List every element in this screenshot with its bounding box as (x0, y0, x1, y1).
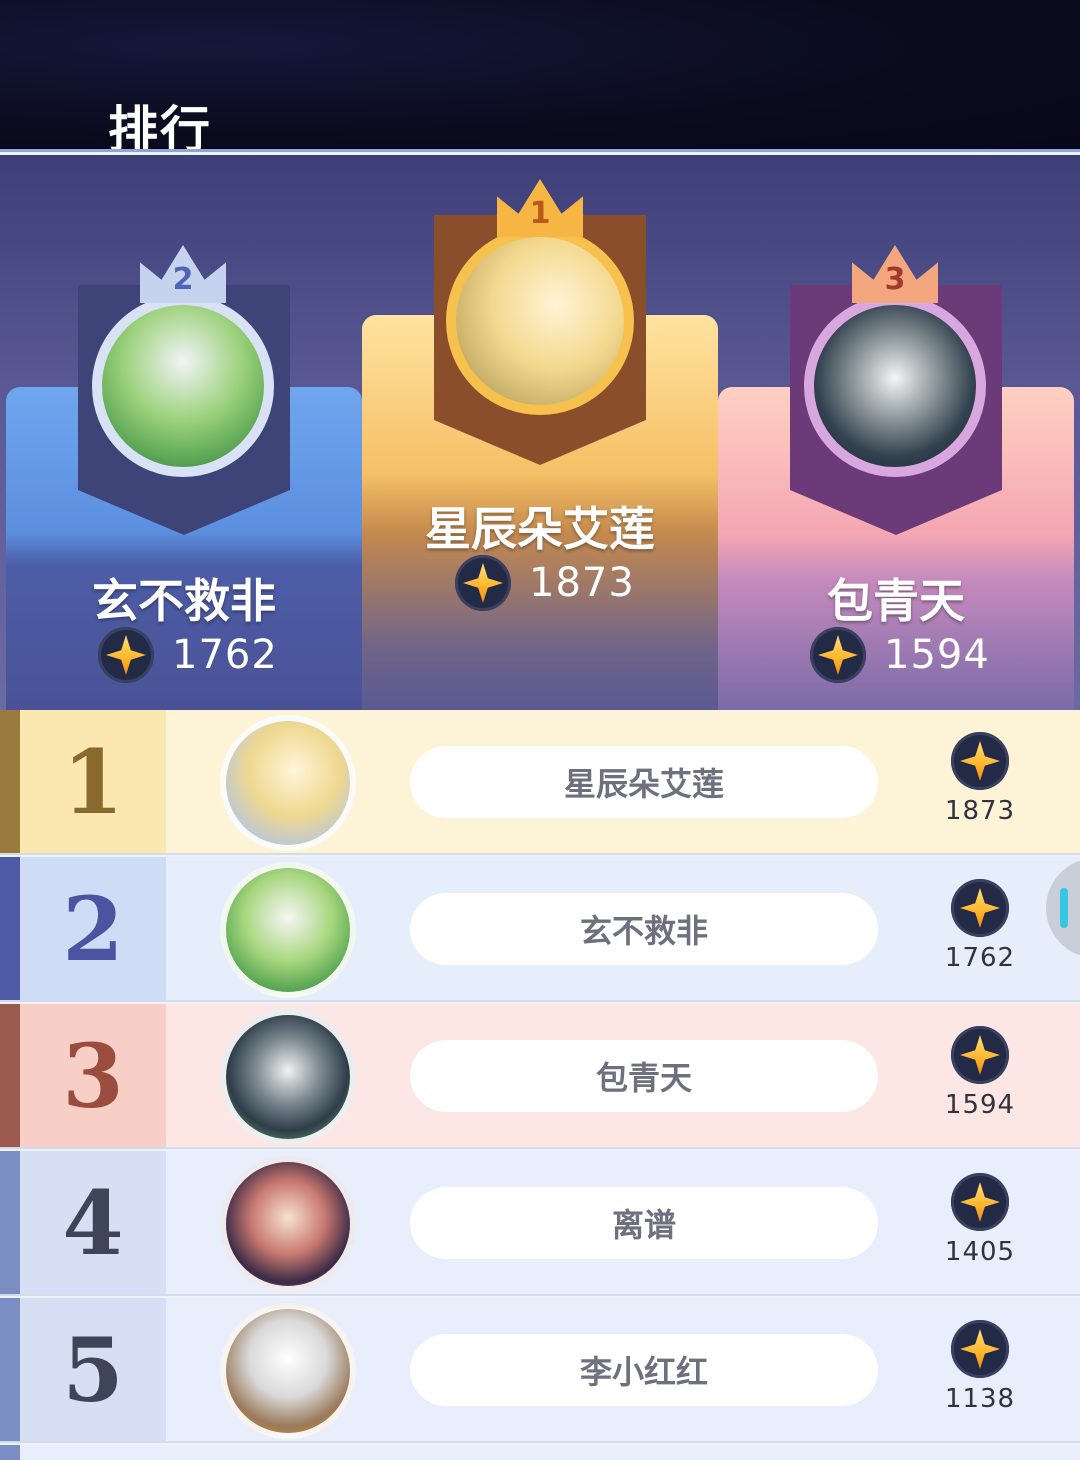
podium-score-second: 1762 (98, 627, 278, 683)
row-score: 1873 (930, 732, 1030, 826)
avatar[interactable] (220, 1303, 356, 1439)
ranking-row[interactable]: 1 星辰朵艾莲 1873 (0, 710, 1080, 855)
avatar[interactable] (220, 1156, 356, 1292)
rank-number: 1 (20, 710, 166, 853)
rank-stripe (0, 1445, 20, 1460)
row-score: 1405 (930, 1173, 1030, 1267)
page-title: 排行 (108, 101, 212, 159)
rank-stripe (0, 1298, 20, 1441)
podium-avatar-second[interactable] (92, 295, 274, 477)
crown-icon: 2 (140, 245, 226, 303)
score-value: 1405 (944, 1237, 1016, 1267)
avatar[interactable] (220, 1009, 356, 1145)
rank-number: 2 (20, 857, 166, 1000)
podium-score-third: 1594 (810, 627, 990, 683)
podium-name-first: 星辰朵艾莲 (425, 502, 655, 556)
star-coin-icon (455, 555, 511, 611)
rank-stripe (0, 857, 20, 1000)
player-name: 星辰朵艾莲 (410, 746, 878, 818)
rank-stripe (0, 1151, 20, 1294)
score-value: 1873 (944, 796, 1016, 826)
score-value: 1762 (944, 943, 1016, 973)
row-score: 1762 (930, 879, 1030, 973)
rank-stripe (0, 710, 20, 853)
player-name: 李小红红 (410, 1334, 878, 1406)
podium-crown-rank: 3 (884, 262, 906, 297)
row-score: 1594 (930, 1026, 1030, 1120)
ranking-row[interactable]: 2 玄不救非 1762 (0, 857, 1080, 1002)
ranking-row[interactable]: 3 包青天 1594 (0, 1004, 1080, 1149)
ranking-row[interactable]: 4 离谱 1405 (0, 1151, 1080, 1296)
podium-score-value: 1873 (529, 560, 635, 606)
star-coin-icon (951, 1320, 1009, 1378)
star-coin-icon (810, 627, 866, 683)
podium-crown-rank: 2 (172, 262, 194, 297)
crown-icon: 1 (497, 179, 583, 237)
ranking-row[interactable]: 5 李小红红 1138 (0, 1298, 1080, 1443)
podium-name-second: 玄不救非 (92, 574, 276, 628)
podium-name-third: 包青天 (827, 574, 965, 628)
star-coin-icon (951, 1026, 1009, 1084)
score-value: 1594 (944, 1090, 1016, 1120)
podium-crown-rank: 1 (529, 196, 551, 231)
podium-avatar-first[interactable] (446, 227, 634, 415)
player-name: 离谱 (410, 1187, 878, 1259)
crown-icon: 3 (852, 245, 938, 303)
top-bar: 排行 (0, 0, 1080, 159)
player-name: 玄不救非 (410, 893, 878, 965)
star-coin-icon (98, 627, 154, 683)
rank-number: 3 (20, 1004, 166, 1147)
player-name: 包青天 (410, 1040, 878, 1112)
podium-score-value: 1594 (884, 632, 990, 678)
podium-avatar-third[interactable] (804, 295, 986, 477)
ranking-list: 1 星辰朵艾莲 1873 2 玄不救非 1762 3 包青天 1594 4 离谱 (0, 710, 1080, 1460)
avatar[interactable] (220, 862, 356, 998)
podium-score-value: 1762 (172, 632, 278, 678)
star-coin-icon (951, 1173, 1009, 1231)
podium: 2 1 3 玄不救非 星辰朵艾莲 包青天 1762 1873 1594 (0, 155, 1080, 710)
rank-stripe (0, 1004, 20, 1147)
avatar[interactable] (220, 715, 356, 851)
score-value: 1138 (944, 1384, 1016, 1414)
star-coin-icon (951, 879, 1009, 937)
rank-number: 4 (20, 1151, 166, 1294)
ranking-row-partial[interactable] (0, 1445, 1080, 1460)
podium-score-first: 1873 (455, 555, 635, 611)
rank-number: 5 (20, 1298, 166, 1441)
star-coin-icon (951, 732, 1009, 790)
row-score: 1138 (930, 1320, 1030, 1414)
